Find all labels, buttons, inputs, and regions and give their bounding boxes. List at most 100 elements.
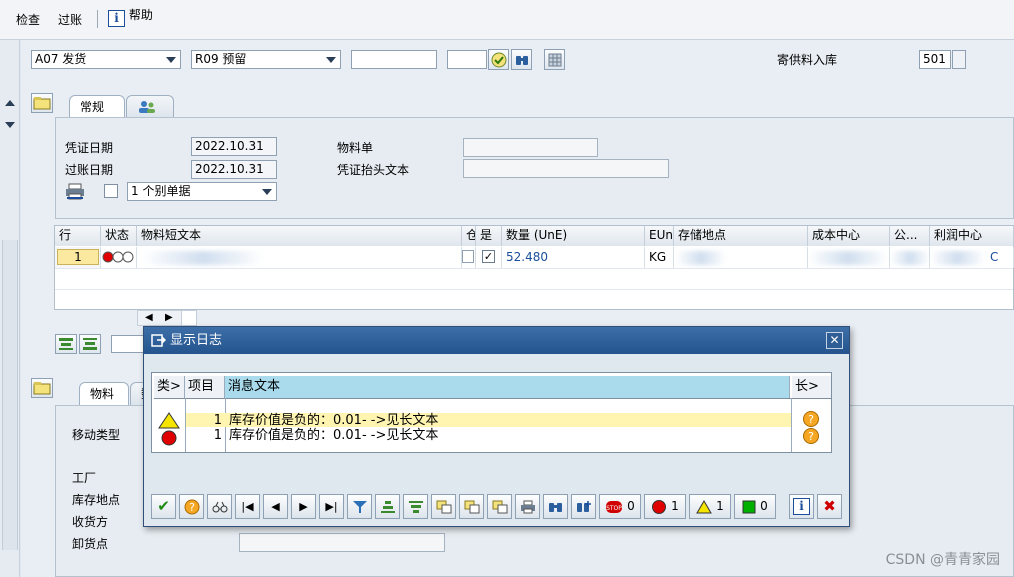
row-unit[interactable]: KG (645, 247, 674, 268)
row-warehouse[interactable] (462, 247, 476, 268)
col-header-storage[interactable]: 存储地点 (674, 226, 808, 246)
unloading-point-input[interactable] (239, 533, 445, 552)
row-storage[interactable] (674, 247, 808, 268)
movement-dropdown-value: A07 发货 (35, 52, 87, 66)
menu-post[interactable]: 过账 (58, 11, 82, 28)
row-ok-checkbox[interactable]: ✓ (476, 247, 502, 268)
sort-descending-icon (408, 500, 423, 513)
success-count-button[interactable]: 0 (734, 494, 776, 519)
row-short-text[interactable] (137, 247, 462, 268)
col-header-item[interactable]: 项目 (185, 376, 225, 398)
info-button[interactable]: i (789, 494, 814, 519)
col-header-status[interactable]: 状态 (101, 226, 137, 246)
movement-dropdown[interactable]: A07 发货 (31, 50, 181, 69)
header-toggle-button[interactable] (31, 93, 53, 113)
grid-action-button-1[interactable] (55, 334, 77, 354)
movement-type-indicator[interactable] (952, 50, 966, 69)
error-icon (652, 499, 667, 514)
col-header-qty[interactable]: 数量 (UnE) (502, 226, 645, 246)
stop-count-button[interactable]: STOP 0 (599, 494, 641, 519)
material-slip-input[interactable] (463, 138, 598, 157)
find-button[interactable] (543, 494, 568, 519)
table-row[interactable]: 1 (55, 247, 101, 268)
col-header-cost-center[interactable]: 成本中心 (808, 226, 890, 246)
col-header-warehouse[interactable]: 仓 (462, 226, 476, 246)
align-bottom-icon (83, 338, 97, 350)
layout-button-2[interactable] (459, 494, 484, 519)
warning-count: 1 (716, 499, 724, 513)
tab-material[interactable]: 物料 (79, 382, 129, 405)
row-company[interactable] (890, 247, 930, 268)
reference-number-input[interactable] (351, 50, 437, 69)
previous-button[interactable]: ◀ (263, 494, 288, 519)
grid-button[interactable] (544, 49, 565, 70)
layout-button-3[interactable] (487, 494, 512, 519)
slip-option-dropdown[interactable]: 1 个别单据 (127, 182, 277, 201)
col-header-long-text[interactable]: 长> (792, 376, 831, 398)
log-row-1-item[interactable]: 1 (186, 413, 222, 428)
dialog-title-bar[interactable]: 显示日志 ✕ (144, 327, 849, 354)
row-line-number[interactable]: 1 (57, 249, 99, 265)
col-header-short-text[interactable]: 物料短文本 (137, 226, 462, 246)
row-cost-center[interactable] (808, 247, 890, 268)
scroll-left-icon[interactable]: ◀ (145, 312, 153, 323)
movement-type-input[interactable]: 501 (919, 50, 951, 69)
warning-count-button[interactable]: 1 (689, 494, 731, 519)
row-qty[interactable]: 52.480 (502, 247, 645, 268)
item-toggle-button[interactable] (31, 378, 53, 398)
post-date-input[interactable]: 2022.10.31 (191, 160, 277, 179)
last-page-icon: ▶| (325, 500, 338, 513)
scroll-track[interactable] (2, 240, 18, 550)
log-row-1-message[interactable]: 库存价值是负的：0.01- ->见长文本 (229, 413, 438, 428)
find-button[interactable] (511, 49, 532, 70)
print-checkbox[interactable] (104, 184, 118, 198)
grid-action-button-2[interactable] (79, 334, 101, 354)
print-button[interactable] (515, 494, 540, 519)
col-header-message[interactable]: 消息文本 (225, 376, 790, 398)
log-table: 类> 项目 消息文本 长> 1 库存价值是负的：0.01- ->见长文本 1 库… (151, 372, 832, 453)
long-text-help-icons[interactable]: ? ? (800, 411, 822, 445)
first-page-button[interactable]: |◀ (235, 494, 260, 519)
print-icon[interactable] (65, 183, 85, 203)
col-header-unit[interactable]: EUn (645, 226, 674, 246)
reference-item-input[interactable] (447, 50, 487, 69)
profit-center-suffix: C (990, 250, 999, 264)
cancel-button[interactable]: ✖ (817, 494, 842, 519)
last-page-button[interactable]: ▶| (319, 494, 344, 519)
tab-general[interactable]: 常规 (69, 95, 125, 118)
help-button[interactable]: ? (179, 494, 204, 519)
doc-date-input[interactable]: 2022.10.31 (191, 137, 277, 156)
slip-option-value: 1 个别单据 (131, 184, 191, 198)
row-profit-center[interactable]: C (930, 247, 1014, 268)
reference-dropdown[interactable]: R09 预留 (191, 50, 341, 69)
scroll-right-icon[interactable]: ▶ (165, 312, 173, 323)
col-header-line[interactable]: 行 (55, 226, 101, 246)
tab-partners[interactable] (126, 95, 174, 118)
col-header-type[interactable]: 类> (154, 376, 185, 398)
sort-desc-button[interactable] (403, 494, 428, 519)
col-header-ok[interactable]: 是 (476, 226, 502, 246)
error-count-button[interactable]: 1 (644, 494, 686, 519)
log-row-2-message[interactable]: 库存价值是负的：0.01- ->见长文本 (229, 428, 438, 443)
sort-asc-button[interactable] (375, 494, 400, 519)
technical-info-button[interactable] (207, 494, 232, 519)
scroll-thumb[interactable] (181, 311, 196, 325)
find-next-button[interactable] (571, 494, 596, 519)
execute-button[interactable] (488, 49, 509, 70)
scroll-down-icon[interactable] (5, 122, 15, 128)
menu-check[interactable]: 检查 (16, 11, 40, 28)
log-row-2-item[interactable]: 1 (186, 428, 222, 443)
close-icon[interactable]: ✕ (826, 332, 843, 349)
col-header-profit-center[interactable]: 利润中心 (930, 226, 1014, 246)
header-text-input[interactable] (463, 159, 669, 178)
scroll-up-icon[interactable] (5, 100, 15, 106)
next-button[interactable]: ▶ (291, 494, 316, 519)
confirm-button[interactable]: ✔ (151, 494, 176, 519)
col-header-company[interactable]: 公... (890, 226, 930, 246)
filter-button[interactable] (347, 494, 372, 519)
grid-h-scroll[interactable]: ◀ ▶ (137, 310, 197, 326)
grid-position-input[interactable] (111, 335, 145, 353)
help-menu[interactable]: i 帮助 (108, 8, 153, 27)
redacted-text (890, 251, 929, 265)
layout-button-1[interactable] (431, 494, 456, 519)
